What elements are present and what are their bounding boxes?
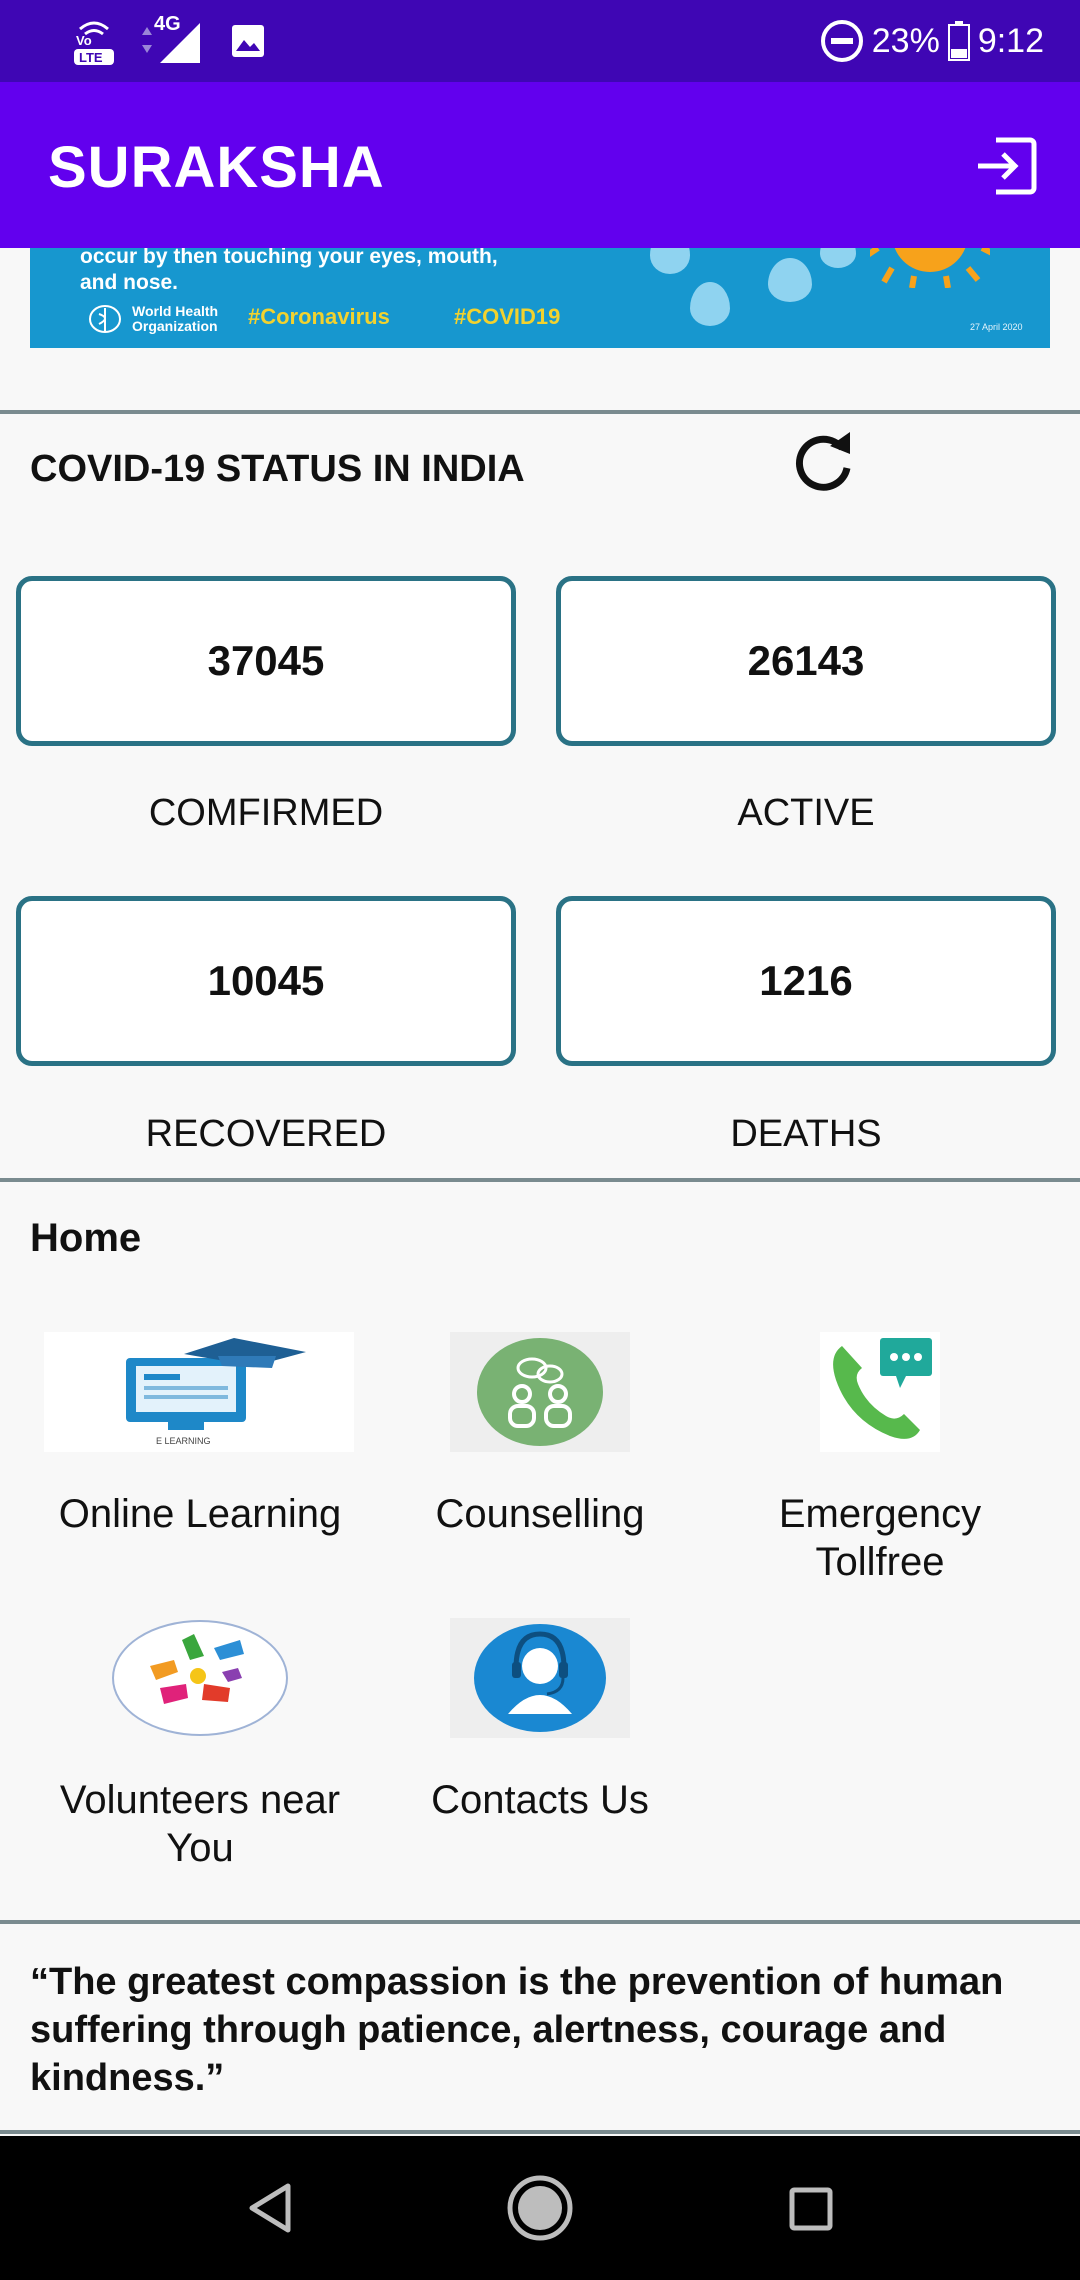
recovered-label: RECOVERED — [145, 1113, 387, 1155]
network-type: 4G — [154, 13, 181, 35]
water-drop-icon — [690, 282, 730, 326]
active-count: 26143 — [747, 637, 865, 684]
image-icon — [232, 25, 264, 57]
water-drop-icon — [650, 248, 690, 274]
water-drop-icon — [768, 258, 812, 302]
volte-icon: Vo LTE — [74, 21, 114, 65]
battery-percent: 23% — [871, 21, 940, 60]
active-label: ACTIVE — [737, 792, 875, 834]
app-title: SURAKSHA — [48, 135, 385, 200]
e-learning-icon: E LEARNING — [44, 1332, 354, 1452]
online-learning-label: Online Learning — [58, 1492, 342, 1536]
app-bar: SURAKSHA — [0, 82, 1080, 248]
svg-text:LTE: LTE — [79, 50, 103, 65]
back-icon[interactable] — [246, 2182, 294, 2234]
divider — [0, 410, 1080, 414]
svg-text:Vo: Vo — [76, 33, 92, 48]
recents-icon[interactable] — [788, 2186, 834, 2232]
hashtag-covid19: #COVID19 — [454, 304, 561, 329]
dnd-icon — [820, 20, 863, 62]
water-drop-icon — [820, 248, 856, 268]
confirmed-count-box: 37045 — [16, 576, 516, 746]
battery-icon — [947, 21, 970, 61]
phone-chat-icon — [820, 1332, 940, 1452]
hashtag-coronavirus: #Coronavirus — [248, 304, 390, 329]
confirmed-count: 37045 — [207, 637, 325, 684]
who-emblem-icon — [89, 305, 121, 333]
divider — [0, 2130, 1080, 2134]
emergency-tollfree-label: Emergency Tollfree — [778, 1492, 982, 1584]
status-bar: Vo LTE 4G 23% 9:12 — [0, 0, 1080, 82]
banner-text: occur by then touching your eyes, mouth,… — [80, 248, 498, 294]
counselling-icon — [450, 1332, 630, 1452]
hands-icon — [112, 1620, 288, 1736]
counselling-label: Counselling — [435, 1492, 645, 1536]
home-icon[interactable] — [505, 2173, 575, 2243]
sun-icon — [870, 248, 990, 288]
signal-group: 4G — [138, 13, 208, 67]
divider — [0, 1178, 1080, 1182]
recovered-count: 10045 — [207, 957, 325, 1004]
svg-text:E LEARNING: E LEARNING — [156, 1436, 211, 1446]
recovered-count-box: 10045 — [16, 896, 516, 1066]
home-title: Home — [30, 1216, 142, 1260]
volunteers-label: Volunteers near You — [59, 1778, 341, 1870]
status-left-icons: Vo LTE 4G — [72, 13, 266, 68]
support-agent-icon — [450, 1618, 630, 1738]
divider — [0, 1920, 1080, 1924]
covid-status-title: COVID-19 STATUS IN INDIA — [30, 448, 525, 490]
status-right: 23% 9:12 — [820, 14, 1044, 68]
deaths-label: DEATHS — [730, 1113, 882, 1155]
confirmed-label: COMFIRMED — [148, 792, 384, 834]
who-banner[interactable]: occur by then touching your eyes, mouth,… — [30, 248, 1050, 348]
active-count-box: 26143 — [556, 576, 1056, 746]
banner-date: 27 April 2020 — [970, 322, 1023, 332]
refresh-icon[interactable] — [790, 428, 856, 494]
deaths-count-box: 1216 — [556, 896, 1056, 1066]
contacts-us-label: Contacts Us — [431, 1778, 649, 1822]
who-logo: World Health Organization — [88, 304, 218, 334]
deaths-count: 1216 — [759, 957, 853, 1004]
clock: 9:12 — [977, 21, 1044, 60]
logout-icon[interactable] — [974, 134, 1038, 198]
quote-text: “The greatest compassion is the preventi… — [30, 1961, 1004, 2099]
system-nav-bar — [0, 2136, 1080, 2280]
